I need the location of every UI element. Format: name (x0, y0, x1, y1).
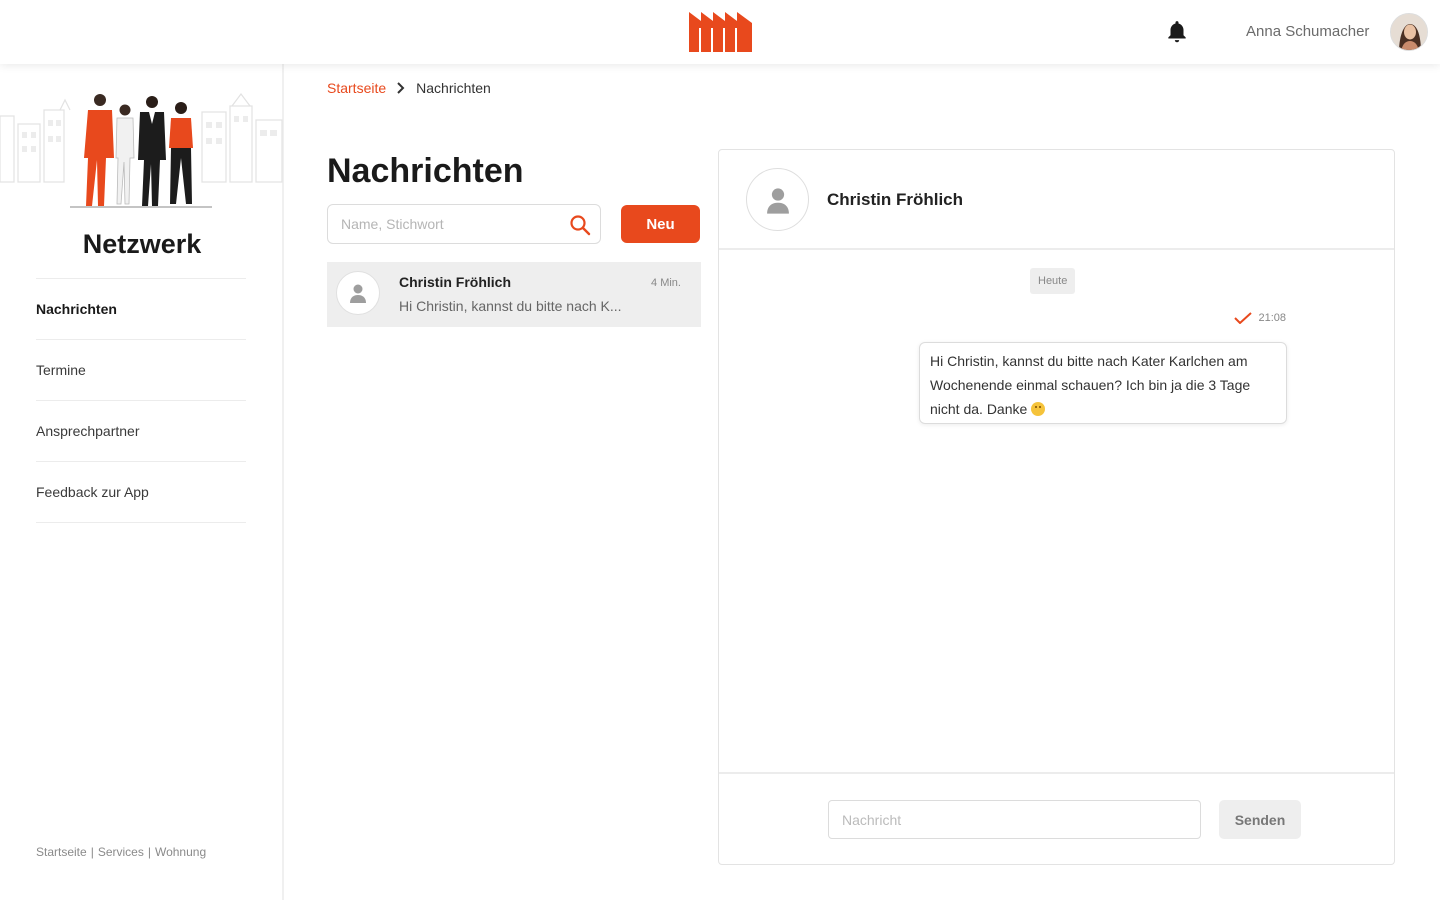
chat-contact-name: Christin Fröhlich (827, 190, 963, 209)
conversation-time: 4 Min. (651, 277, 681, 289)
sidebar-item-ansprechpartner[interactable]: Ansprechpartner (36, 401, 246, 462)
message-input[interactable] (828, 800, 1201, 839)
message-bubble: Hi Christin, kannst du bitte nach Kater … (919, 342, 1287, 424)
footer-separator: | (147, 845, 151, 859)
sidebar: Netzwerk Nachrichten Termine Ansprechpar… (0, 64, 284, 900)
conversation-name: Christin Fröhlich (399, 274, 511, 290)
person-icon (350, 284, 366, 303)
check-icon (1234, 312, 1253, 324)
chat-header: Christin Fröhlich (719, 150, 1394, 250)
bell-icon[interactable] (1164, 19, 1190, 45)
chat-contact-avatar[interactable] (746, 168, 809, 231)
message-meta: 21:08 (1234, 312, 1286, 324)
send-button[interactable]: Senden (1219, 800, 1301, 839)
new-message-button[interactable]: Neu (621, 205, 700, 243)
smile-emoji-icon (1031, 402, 1046, 416)
sidebar-item-nachrichten[interactable]: Nachrichten (36, 279, 246, 340)
network-people-illustration (0, 93, 283, 208)
footer-link-startseite[interactable]: Startseite (36, 845, 87, 859)
search-box (327, 204, 601, 244)
conversation-list-item[interactable]: Christin Fröhlich 4 Min. Hi Christin, ka… (327, 262, 701, 327)
breadcrumb: Startseite Nachrichten (327, 80, 491, 96)
chevron-right-icon (397, 82, 405, 94)
chat-panel: Christin Fröhlich Heute 21:08 Hi Christi… (718, 149, 1395, 865)
message-time: 21:08 (1258, 312, 1286, 324)
footer-separator: | (90, 845, 94, 859)
footer-link-services[interactable]: Services (98, 845, 144, 859)
logo-icon[interactable] (689, 12, 752, 52)
sidebar-nav: Nachrichten Termine Ansprechpartner Feed… (36, 278, 246, 523)
footer-link-wohnung[interactable]: Wohnung (155, 845, 206, 859)
breadcrumb-current: Nachrichten (416, 80, 491, 96)
search-icon[interactable] (569, 214, 591, 236)
conversation-avatar (336, 271, 380, 315)
top-bar: Anna Schumacher (0, 0, 1440, 64)
sidebar-item-feedback[interactable]: Feedback zur App (36, 462, 246, 523)
user-photo-icon (1391, 14, 1427, 50)
sidebar-item-termine[interactable]: Termine (36, 340, 246, 401)
breadcrumb-home-link[interactable]: Startseite (327, 80, 386, 96)
conversation-preview: Hi Christin, kannst du bitte nach K... (399, 298, 622, 314)
user-avatar[interactable] (1390, 13, 1428, 51)
footer-links: Startseite | Services | Wohnung (36, 845, 206, 859)
chat-composer: Senden (719, 772, 1394, 864)
message-text: Hi Christin, kannst du bitte nach Kater … (930, 353, 1251, 417)
search-input[interactable] (328, 205, 558, 243)
sidebar-title: Netzwerk (82, 229, 202, 259)
person-icon (766, 187, 789, 214)
date-divider: Heute (1030, 268, 1076, 294)
page-title: Nachrichten (327, 152, 524, 190)
user-name[interactable]: Anna Schumacher (1246, 23, 1369, 40)
